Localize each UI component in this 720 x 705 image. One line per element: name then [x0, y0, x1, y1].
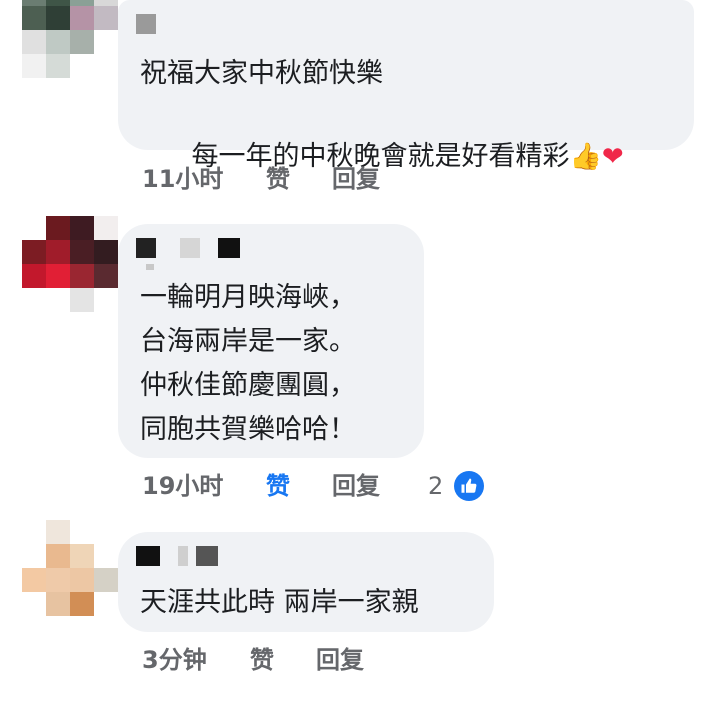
like-button[interactable]: 赞 [250, 644, 274, 676]
reply-button[interactable]: 回复 [316, 644, 364, 676]
comment-bubble: 天涯共此時 兩岸一家親 [118, 532, 494, 632]
timestamp: 3分钟 [142, 646, 207, 674]
comment-text-line-1: 天涯共此時 兩岸一家親 [140, 587, 419, 618]
comment-3: 天涯共此時 兩岸一家親 3分钟 赞 回复 [0, 0, 720, 705]
comment-actions: 3分钟 赞 回复 [142, 644, 542, 676]
avatar[interactable] [22, 520, 118, 616]
